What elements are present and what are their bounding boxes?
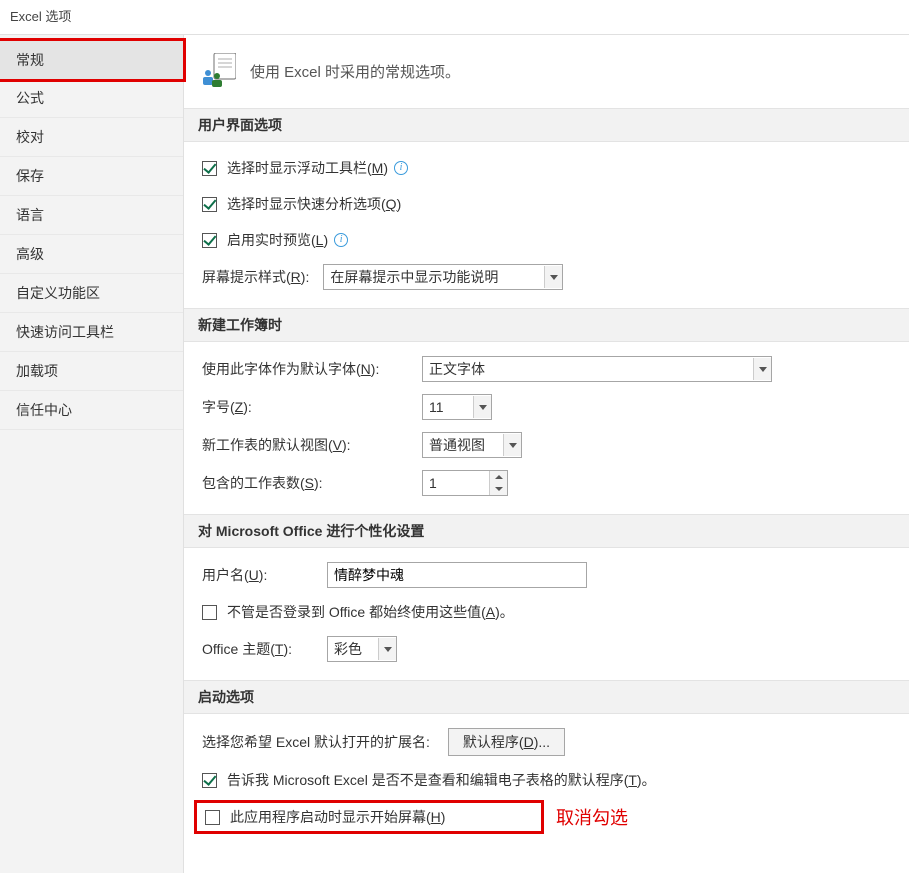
sidebar-item-general[interactable]: 常规 <box>0 38 186 82</box>
page-heading-row: 使用 Excel 时采用的常规选项。 <box>184 35 909 108</box>
checkbox-quick-analysis[interactable] <box>202 197 217 212</box>
sidebar-item-save[interactable]: 保存 <box>0 157 183 196</box>
section-title-startup: 启动选项 <box>184 680 909 714</box>
spinner-sheet-count[interactable]: 1 <box>422 470 508 496</box>
general-options-icon <box>202 53 236 90</box>
page-heading: 使用 Excel 时采用的常规选项。 <box>250 61 460 82</box>
label-show-start-screen: 此应用程序启动时显示开始屏幕(H) <box>230 807 445 827</box>
label-office-theme: Office 主题(T): <box>202 639 327 659</box>
sidebar-item-label: 高级 <box>16 246 44 262</box>
sidebar-item-label: 校对 <box>16 129 44 145</box>
section-body-new-workbook: 使用此字体作为默认字体(N): 正文字体 字号(Z): 11 <box>184 342 909 514</box>
label-quick-analysis: 选择时显示快速分析选项(Q) <box>227 194 401 214</box>
sidebar-item-customize-ribbon[interactable]: 自定义功能区 <box>0 274 183 313</box>
sidebar-item-proofing[interactable]: 校对 <box>0 118 183 157</box>
sidebar-item-addins[interactable]: 加载项 <box>0 352 183 391</box>
checkbox-live-preview[interactable] <box>202 233 217 248</box>
checkbox-always-use-values[interactable] <box>202 605 217 620</box>
input-username[interactable] <box>327 562 587 588</box>
annotation-highlight-box: 此应用程序启动时显示开始屏幕(H) <box>194 800 544 834</box>
sidebar-item-label: 语言 <box>16 207 44 223</box>
sidebar-item-label: 自定义功能区 <box>16 285 100 301</box>
window-title: Excel 选项 <box>0 0 909 34</box>
sidebar-item-label: 信任中心 <box>16 402 72 418</box>
chevron-down-icon <box>753 358 771 380</box>
chevron-up-icon[interactable] <box>490 471 507 483</box>
checkbox-show-start-screen[interactable] <box>205 810 220 825</box>
sidebar-item-language[interactable]: 语言 <box>0 196 183 235</box>
label-live-preview: 启用实时预览(L) <box>227 230 328 250</box>
sidebar-item-label: 加载项 <box>16 363 58 379</box>
label-default-view: 新工作表的默认视图(V): <box>202 435 422 455</box>
sidebar: 常规 公式 校对 保存 语言 高级 自定义功能区 快速访问工具栏 加载项 信任中… <box>0 35 184 873</box>
sidebar-item-label: 保存 <box>16 168 44 184</box>
chevron-down-icon <box>544 266 562 288</box>
content-area: 常规 公式 校对 保存 语言 高级 自定义功能区 快速访问工具栏 加载项 信任中… <box>0 34 909 873</box>
main-panel: 使用 Excel 时采用的常规选项。 用户界面选项 选择时显示浮动工具栏(M) … <box>184 35 909 873</box>
checkbox-mini-toolbar[interactable] <box>202 161 217 176</box>
chevron-down-icon[interactable] <box>490 483 507 495</box>
checkbox-tell-me-default[interactable] <box>202 773 217 788</box>
label-username: 用户名(U): <box>202 565 327 585</box>
label-tell-me-default: 告诉我 Microsoft Excel 是否不是查看和编辑电子表格的默认程序(T… <box>227 770 656 790</box>
section-body-ui: 选择时显示浮动工具栏(M) i 选择时显示快速分析选项(Q) 启用实时预 <box>184 142 909 308</box>
select-default-font[interactable]: 正文字体 <box>422 356 772 382</box>
sidebar-item-formulas[interactable]: 公式 <box>0 79 183 118</box>
section-title-ui: 用户界面选项 <box>184 108 909 142</box>
label-always-use-values: 不管是否登录到 Office 都始终使用这些值(A)。 <box>227 602 514 622</box>
sidebar-item-label: 快速访问工具栏 <box>16 324 114 340</box>
chevron-down-icon <box>378 638 396 660</box>
section-body-personalize: 用户名(U): 不管是否登录到 Office 都始终使用这些值(A)。 Offi… <box>184 548 909 680</box>
sidebar-item-label: 常规 <box>16 52 44 68</box>
select-office-theme[interactable]: 彩色 <box>327 636 397 662</box>
chevron-down-icon <box>503 434 521 456</box>
sidebar-item-trust-center[interactable]: 信任中心 <box>0 391 183 430</box>
options-window: Excel 选项 常规 公式 校对 保存 语言 高级 自定义功能区 快速访问工具… <box>0 0 909 873</box>
label-mini-toolbar: 选择时显示浮动工具栏(M) <box>227 158 388 178</box>
sidebar-item-advanced[interactable]: 高级 <box>0 235 183 274</box>
info-icon[interactable]: i <box>394 161 408 175</box>
select-default-view[interactable]: 普通视图 <box>422 432 522 458</box>
sidebar-item-label: 公式 <box>16 90 44 106</box>
select-screentip-style[interactable]: 在屏幕提示中显示功能说明 <box>323 264 563 290</box>
sidebar-item-quick-access[interactable]: 快速访问工具栏 <box>0 313 183 352</box>
section-title-new-workbook: 新建工作簿时 <box>184 308 909 342</box>
label-default-font: 使用此字体作为默认字体(N): <box>202 359 422 379</box>
label-default-extensions: 选择您希望 Excel 默认打开的扩展名: <box>202 732 430 752</box>
label-font-size: 字号(Z): <box>202 397 422 417</box>
info-icon[interactable]: i <box>334 233 348 247</box>
chevron-down-icon <box>473 396 491 418</box>
section-body-startup: 选择您希望 Excel 默认打开的扩展名: 默认程序(D)... 告诉我 Mic… <box>184 714 909 848</box>
section-title-personalize: 对 Microsoft Office 进行个性化设置 <box>184 514 909 548</box>
label-screentip-style: 屏幕提示样式(R): <box>202 267 309 287</box>
annotation-text: 取消勾选 <box>556 804 628 830</box>
default-programs-button[interactable]: 默认程序(D)... <box>448 728 565 756</box>
label-sheet-count: 包含的工作表数(S): <box>202 473 422 493</box>
select-font-size[interactable]: 11 <box>422 394 492 420</box>
